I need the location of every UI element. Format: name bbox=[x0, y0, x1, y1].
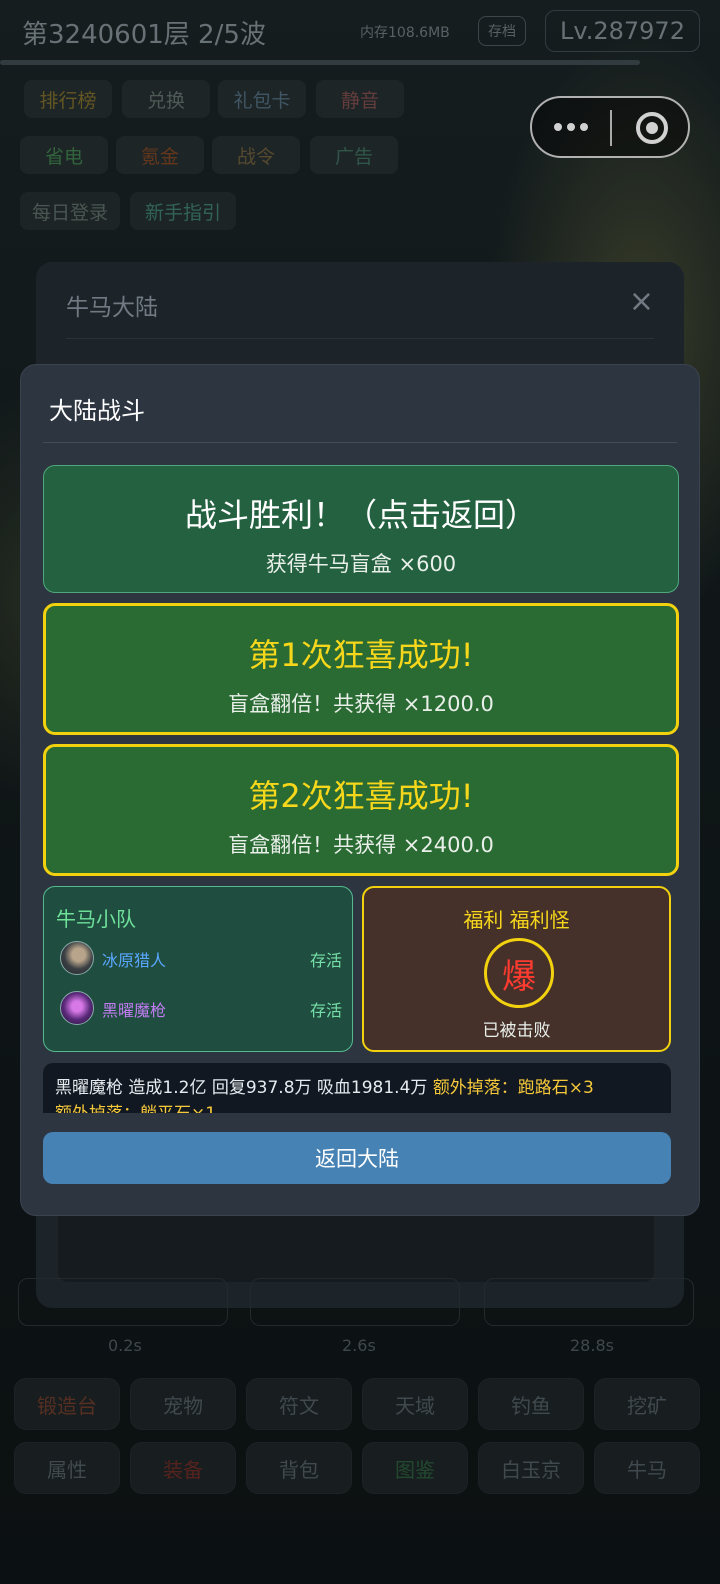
return-to-continent-button[interactable]: 返回大陆 bbox=[43, 1132, 671, 1184]
avatar bbox=[60, 991, 94, 1025]
victory-card[interactable]: 战斗胜利！（点击返回） 获得牛马盲盒 ×600 bbox=[43, 465, 679, 593]
member-status: 存活 bbox=[309, 951, 342, 970]
battle-log[interactable]: 黑曜魔枪 造成1.2亿 回复937.8万 吸血1981.4万 额外掉落：跑路石×… bbox=[43, 1063, 671, 1113]
explode-icon: 爆 bbox=[484, 938, 554, 1008]
victory-reward: 获得牛马盲盒 ×600 bbox=[265, 552, 457, 576]
bonus-title: 第2次狂喜成功! bbox=[248, 777, 474, 815]
boss-panel: 福利 福利怪 爆 已被击败 bbox=[362, 886, 671, 1052]
bonus-detail: 盲盒翻倍！共获得 ×1200.0 bbox=[228, 692, 494, 716]
bonus-card: 第1次狂喜成功! 盲盒翻倍！共获得 ×1200.0 bbox=[43, 603, 679, 735]
modal-title: 大陆战斗 bbox=[49, 397, 145, 425]
bonus-card: 第2次狂喜成功! 盲盒翻倍！共获得 ×2400.0 bbox=[43, 744, 679, 876]
avatar bbox=[60, 941, 94, 975]
battle-modal: 大陆战斗 战斗胜利！（点击返回） 获得牛马盲盒 ×600 第1次狂喜成功! 盲盒… bbox=[20, 364, 700, 1216]
team-member: 黑曜魔枪 存活 bbox=[60, 991, 342, 1029]
member-name: 冰原猎人 bbox=[102, 951, 167, 970]
drop-text: 额外掉落：跑路石×3 bbox=[432, 1078, 594, 1098]
member-status: 存活 bbox=[309, 1001, 342, 1020]
bonus-detail: 盲盒翻倍！共获得 ×2400.0 bbox=[228, 833, 494, 857]
log-text: 黑曜魔枪 造成1.2亿 回复937.8万 吸血1981.4万 bbox=[55, 1078, 428, 1098]
team-panel: 牛马小队 冰原猎人 存活 黑曜魔枪 存活 bbox=[43, 886, 353, 1052]
drop-text: 额外掉落：躺平石×1 bbox=[55, 1099, 216, 1113]
boss-title: 福利 福利怪 bbox=[463, 908, 570, 932]
team-title: 牛马小队 bbox=[56, 907, 136, 931]
member-name: 黑曜魔枪 bbox=[102, 1001, 167, 1020]
team-member: 冰原猎人 存活 bbox=[60, 941, 342, 979]
bonus-title: 第1次狂喜成功! bbox=[248, 636, 474, 674]
boss-status: 已被击败 bbox=[482, 1021, 551, 1041]
divider bbox=[43, 442, 677, 443]
victory-title: 战斗胜利！（点击返回） bbox=[184, 496, 537, 534]
log-line: 黑曜魔枪 造成1.2亿 回复937.8万 吸血1981.4万 额外掉落：跑路石×… bbox=[55, 1073, 594, 1098]
